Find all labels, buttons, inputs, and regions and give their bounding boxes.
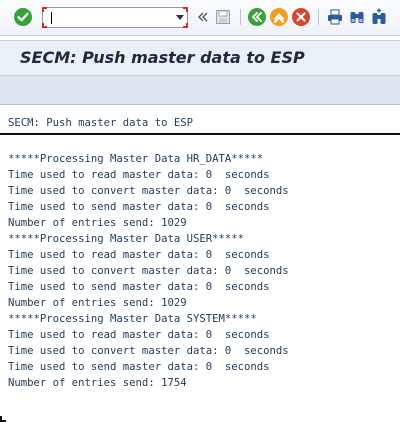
output-lines: *****Processing Master Data HR_DATA*****… <box>8 151 289 391</box>
output-line: Time used to convert master data: 0 seco… <box>8 345 289 357</box>
collapse-arrows-icon[interactable] <box>194 8 212 26</box>
output-line: Time used to read master data: 0 seconds <box>8 169 270 181</box>
output-line: Time used to send master data: 0 seconds <box>8 281 270 293</box>
heading-divider <box>0 133 400 135</box>
output-line: Time used to send master data: 0 seconds <box>8 201 270 213</box>
find-icon[interactable] <box>348 8 366 26</box>
title-bar: SECM: Push master data to ESP <box>0 40 400 76</box>
toolbar-separator <box>318 9 319 25</box>
command-field[interactable] <box>42 7 188 28</box>
output-line: Number of entries send: 1029 <box>8 217 187 229</box>
cancel-icon[interactable] <box>292 8 310 26</box>
exit-icon[interactable] <box>270 8 288 26</box>
output-line: Time used to read master data: 0 seconds <box>8 329 270 341</box>
output-line: Time used to convert master data: 0 seco… <box>8 185 289 197</box>
output-line: *****Processing Master Data HR_DATA***** <box>8 153 264 165</box>
enter-icon[interactable] <box>14 8 32 26</box>
system-toolbar <box>0 0 400 36</box>
back-icon[interactable] <box>248 8 266 26</box>
list-heading: SECM: Push master data to ESP <box>8 117 193 129</box>
window-corner-mark <box>0 416 6 422</box>
focus-corner-br <box>183 23 188 28</box>
output-line: Number of entries send: 1754 <box>8 377 187 389</box>
output-line: Time used to send master data: 0 seconds <box>8 361 270 373</box>
print-icon[interactable] <box>326 8 344 26</box>
output-line: Time used to convert master data: 0 seco… <box>8 265 289 277</box>
command-dropdown-icon[interactable] <box>176 15 184 20</box>
text-cursor <box>51 12 52 24</box>
page-title: SECM: Push master data to ESP <box>20 48 305 67</box>
output-line: *****Processing Master Data USER***** <box>8 233 244 245</box>
focus-corner-tr <box>183 7 188 12</box>
toolbar-separator <box>240 9 241 25</box>
output-line: Number of entries send: 1029 <box>8 297 187 309</box>
save-icon[interactable] <box>214 8 232 26</box>
output-line: *****Processing Master Data SYSTEM***** <box>8 313 257 325</box>
find-next-icon[interactable] <box>370 8 388 26</box>
application-toolbar <box>0 76 400 105</box>
output-line: Time used to read master data: 0 seconds <box>8 249 270 261</box>
list-output: SECM: Push master data to ESP *****Proce… <box>0 105 400 422</box>
command-input[interactable] <box>47 9 167 26</box>
